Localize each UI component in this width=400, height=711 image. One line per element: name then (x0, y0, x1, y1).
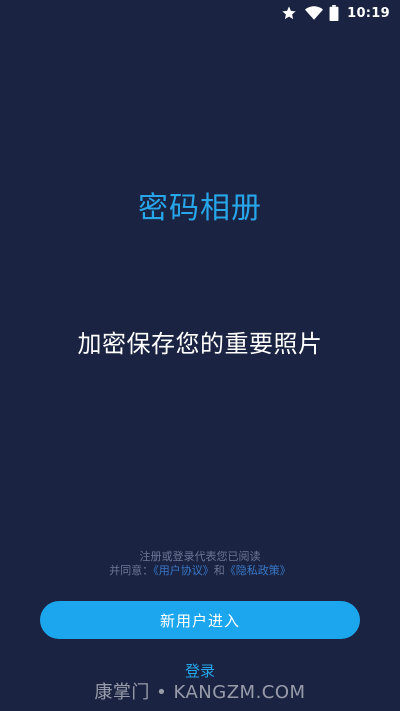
wifi-icon (305, 5, 324, 21)
agreement-prefix: 并同意： (109, 564, 154, 577)
user-agreement-link[interactable]: 《用户协议》 (153, 564, 214, 577)
splash-screen: 10:19 密码相册 加密保存您的重要照片 注册或登录代表您已阅读 并同意：《用… (0, 0, 400, 711)
battery-icon (329, 5, 339, 21)
status-bar: 10:19 (0, 0, 400, 26)
new-user-button[interactable]: 新用户进入 (40, 601, 360, 639)
privacy-policy-link[interactable]: 《隐私政策》 (225, 564, 291, 577)
app-slogan: 加密保存您的重要照片 (77, 330, 323, 358)
status-time: 10:19 (347, 5, 390, 21)
star-icon (281, 5, 297, 21)
agreement-line-1: 注册或登录代表您已阅读 (139, 550, 261, 563)
watermark: 康掌门 • KANGZM.COM (94, 682, 306, 703)
app-title: 密码相册 (138, 191, 262, 226)
agreement-conjunction: 和 (213, 564, 225, 577)
agreement-line-2: 并同意：《用户协议》和《隐私政策》 (0, 564, 400, 578)
agreement-notice: 注册或登录代表您已阅读 并同意：《用户协议》和《隐私政策》 (0, 550, 400, 578)
